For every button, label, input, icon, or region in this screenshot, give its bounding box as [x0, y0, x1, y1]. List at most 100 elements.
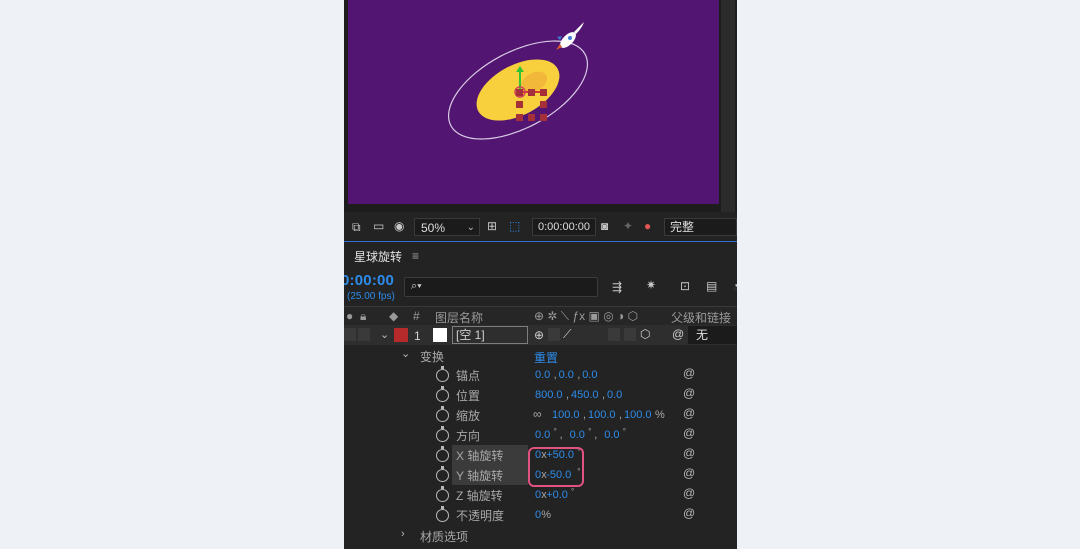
position-label: 位置 [456, 389, 481, 403]
stopwatch-icon[interactable] [436, 486, 449, 502]
after-effects-panel: ⧉ ▭ ◉ 50% ⌄ ⊞ ⬚ 0:00:00:00 ◙ ✦ ● 完整 星球旋转 … [344, 0, 737, 549]
composition-canvas[interactable] [348, 0, 719, 204]
panel-divider [344, 241, 737, 242]
search-input[interactable]: ⌕▾ [404, 277, 598, 297]
hamburger-icon[interactable]: ≡ [412, 249, 419, 263]
collapse-switch[interactable] [548, 328, 560, 341]
value-separator: , [559, 429, 563, 441]
solo-toggle[interactable] [344, 328, 356, 341]
anchor-point-value[interactable]: 0.0 [535, 369, 550, 381]
position-value[interactable]: 0.0 [607, 389, 622, 401]
highlight-box [528, 447, 584, 487]
scale-value[interactable]: 100.0 [624, 409, 652, 421]
stopwatch-icon[interactable] [436, 426, 449, 442]
orientation-label: 方向 [456, 429, 481, 443]
material-options-label: 材质选项 [420, 530, 469, 544]
viewer-scrollbar[interactable] [721, 0, 735, 212]
value-separator: ° [588, 427, 592, 436]
visibility-icon[interactable]: ● [346, 309, 353, 323]
adjustment-switch[interactable] [608, 328, 620, 341]
expression-pick-whip-icon[interactable]: @ [683, 506, 695, 520]
show-snapshot-icon[interactable]: ✦ [623, 219, 633, 233]
lock-icon[interactable]: 🔒︎ [360, 309, 366, 324]
parent-select[interactable]: 无 [688, 326, 737, 344]
mask-icon[interactable]: ◉ [394, 219, 404, 233]
grid-icon[interactable]: ⊞ [487, 219, 497, 233]
position-value[interactable]: 800.0 [535, 389, 563, 401]
expression-pick-whip-icon[interactable]: @ [683, 486, 695, 500]
pick-whip-icon[interactable]: @ [672, 327, 684, 341]
stopwatch-icon[interactable] [436, 366, 449, 382]
graph-editor-icon[interactable]: ⇶ [612, 280, 622, 294]
comp-flowchart-icon[interactable]: ⊡ [680, 279, 690, 293]
layer-name-field[interactable]: [空 1] [452, 326, 528, 344]
viewer-timecode[interactable]: 0:00:00:00 [532, 218, 596, 236]
stopwatch-icon[interactable] [436, 446, 449, 462]
chevron-down-icon[interactable]: ⌄ [380, 328, 389, 341]
stopwatch-icon[interactable] [436, 506, 449, 522]
scale-value[interactable]: 100.0 [588, 409, 616, 421]
region-of-interest-icon[interactable]: ⬚ [509, 219, 520, 233]
expression-pick-whip-icon[interactable]: @ [683, 366, 695, 380]
orientation-value[interactable]: 0.0 [535, 429, 550, 441]
value-separator: ° [571, 487, 575, 496]
layer-thumbnail [433, 328, 447, 342]
scale-value[interactable]: 100.0 [552, 409, 580, 421]
z-rotation-label: Z 轴旋转 [456, 489, 503, 503]
column-layer-name[interactable]: 图层名称 [435, 309, 483, 326]
expression-pick-whip-icon[interactable]: @ [683, 406, 695, 420]
value-separator: ° [622, 427, 626, 436]
value-separator: , [577, 369, 581, 381]
expression-pick-whip-icon[interactable]: @ [683, 466, 695, 480]
stopwatch-icon[interactable] [436, 466, 449, 482]
monitor-icon[interactable]: ▭ [373, 219, 384, 233]
motion-blur-icon[interactable]: ◔ [732, 279, 737, 293]
color-channels-icon[interactable]: ● [644, 219, 651, 233]
camera-icon[interactable]: ◙ [601, 219, 608, 233]
motion-blur-switch[interactable] [624, 328, 636, 341]
expression-pick-whip-icon[interactable]: @ [683, 386, 695, 400]
layer-stack-icon[interactable]: ▤ [706, 279, 717, 293]
column-header: ● 🔒︎ ◆ # 图层名称 ⊕ ✲ ⟍ ƒx ▣ ◎ ◑ ⬡ 父级和链接 [344, 306, 737, 326]
3d-layer-icon[interactable]: ⬡ [640, 327, 650, 341]
expression-pick-whip-icon[interactable]: @ [683, 446, 695, 460]
value-separator: , [583, 409, 587, 421]
z-rotation-value[interactable]: +0.0 [546, 489, 568, 501]
anchor-point-value[interactable]: 0.0 [559, 369, 574, 381]
resolution-select[interactable]: 完整 [664, 218, 737, 236]
chevron-down-icon: ⌄ [466, 222, 475, 233]
column-number: # [413, 309, 420, 323]
value-separator: , [602, 389, 606, 401]
quality-switch-icon[interactable]: ⟋ [563, 327, 571, 342]
planet-scene [447, 22, 589, 140]
switches-icons: ⊕ ✲ ⟍ ƒx ▣ ◎ ◑ ⬡ [534, 309, 639, 323]
reset-button[interactable]: 重置 [534, 349, 558, 366]
position-value[interactable]: 450.0 [571, 389, 599, 401]
stopwatch-icon[interactable] [436, 386, 449, 402]
tab-composition[interactable]: 星球旋转 [354, 248, 402, 265]
scale-label: 缩放 [456, 409, 481, 423]
column-parent[interactable]: 父级和链接 [671, 309, 731, 326]
orientation-value[interactable]: 0.0 [604, 429, 619, 441]
value-separator: , [553, 369, 557, 381]
value-separator: , [594, 429, 598, 441]
anchor-point-value[interactable]: 0.0 [582, 369, 597, 381]
fps-display: (25.00 fps) [347, 291, 395, 302]
label-color-swatch[interactable] [394, 328, 408, 342]
current-time-display[interactable]: 0:00:00 [344, 272, 394, 289]
draft-3d-icon[interactable]: ✷ [646, 278, 656, 292]
chevron-right-icon[interactable]: › [401, 528, 405, 540]
preview-icon[interactable]: ⧉ [352, 220, 361, 234]
orientation-value[interactable]: 0.0 [570, 429, 585, 441]
zoom-select[interactable]: 50% ⌄ [414, 218, 480, 236]
anchor-point-label: 锚点 [456, 369, 481, 383]
expression-pick-whip-icon[interactable]: @ [683, 426, 695, 440]
value-separator: % [541, 509, 551, 521]
stopwatch-icon[interactable] [436, 406, 449, 422]
constrain-proportions-icon[interactable]: ∞ [533, 407, 542, 421]
chevron-down-icon[interactable]: ⌄ [401, 347, 410, 360]
shy-switch-icon[interactable]: ⊕ [534, 328, 544, 342]
y-rotation-label: Y 轴旋转 [456, 469, 504, 483]
lock-toggle[interactable] [358, 328, 370, 341]
label-icon[interactable]: ◆ [389, 309, 398, 323]
